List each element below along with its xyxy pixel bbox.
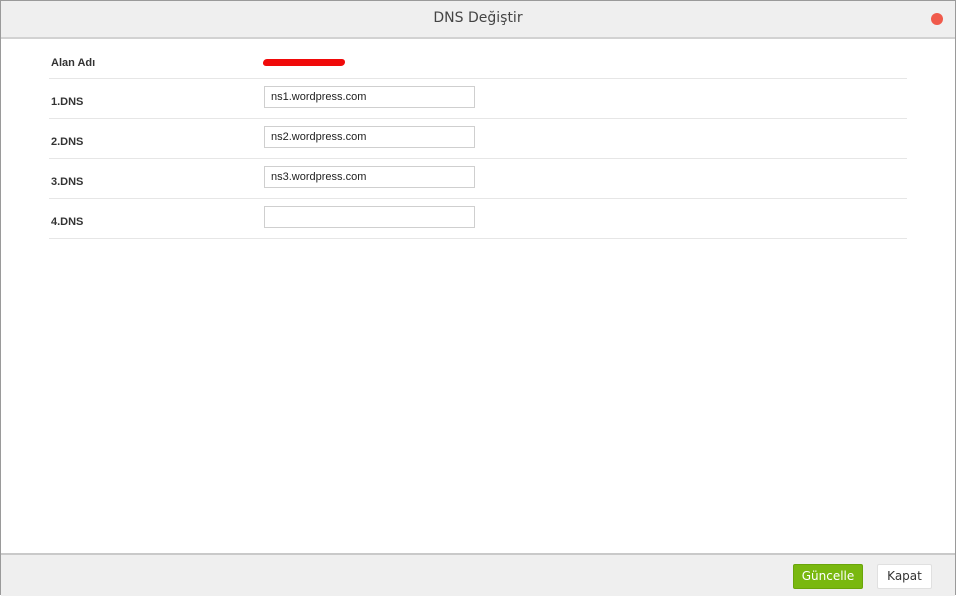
dns1-input[interactable] <box>264 86 475 108</box>
dns2-input[interactable] <box>264 126 475 148</box>
dns4-input[interactable] <box>264 206 475 228</box>
dialog-titlebar: DNS Değiştir <box>1 1 955 39</box>
dns3-label: 3.DNS <box>51 176 84 188</box>
dns2-label: 2.DNS <box>51 136 84 148</box>
dns4-label: 4.DNS <box>51 216 84 228</box>
dialog-title: DNS Değiştir <box>433 10 523 26</box>
dns-change-dialog: DNS Değiştir Alan Adı 1.DNS 2.DNS 3.DNS … <box>0 0 956 596</box>
dns-row-4: 4.DNS <box>49 199 907 239</box>
close-button[interactable]: Kapat <box>877 564 932 589</box>
redacted-domain-value <box>262 59 346 66</box>
dns-form: Alan Adı 1.DNS 2.DNS 3.DNS 4.DNS <box>49 39 907 239</box>
dns-row-3: 3.DNS <box>49 159 907 199</box>
domain-label: Alan Adı <box>51 57 96 69</box>
dialog-footer: Güncelle Kapat <box>1 553 955 596</box>
update-button[interactable]: Güncelle <box>793 564 863 589</box>
close-dot-icon[interactable] <box>931 13 943 25</box>
dns-row-2: 2.DNS <box>49 119 907 159</box>
dns1-label: 1.DNS <box>51 96 84 108</box>
dns3-input[interactable] <box>264 166 475 188</box>
dns-row-1: 1.DNS <box>49 79 907 119</box>
domain-row: Alan Adı <box>49 39 907 79</box>
